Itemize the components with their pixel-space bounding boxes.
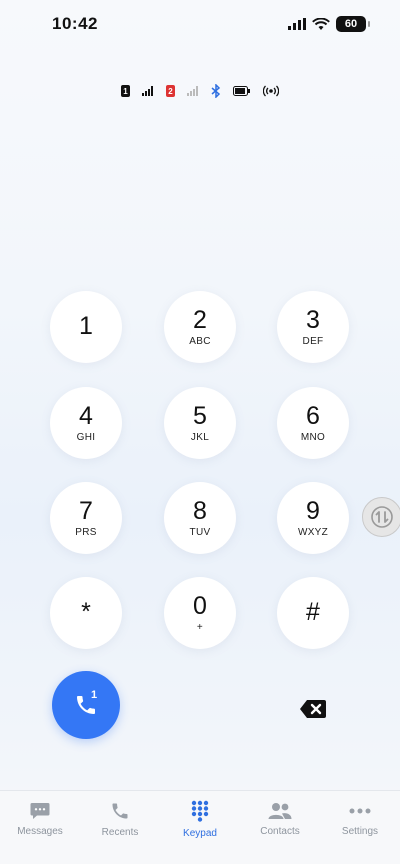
status-icons: 60	[288, 14, 370, 34]
backspace-icon	[300, 700, 326, 718]
key-digit: 7	[79, 497, 93, 525]
status-time: 10:42	[52, 14, 98, 33]
key-letters: GHI	[76, 432, 96, 443]
key-letters: MNO	[300, 432, 326, 443]
call-sim-number: 1	[91, 689, 98, 701]
backspace-button[interactable]	[299, 697, 329, 723]
key-letters: WXYZ	[297, 527, 329, 538]
nav-label: Keypad	[183, 827, 217, 839]
nav-keypad[interactable]: Keypad	[160, 791, 240, 843]
sim2-icon: 2	[166, 85, 175, 97]
home-indicator-area	[0, 842, 400, 864]
key-6[interactable]: 6 MNO	[277, 387, 349, 459]
key-2[interactable]: 2 ABC	[164, 291, 236, 363]
key-digit: 0	[193, 592, 207, 620]
sim-status-row: 1 2	[0, 84, 400, 98]
key-5[interactable]: 5 JKL	[164, 387, 236, 459]
hotspot-icon	[263, 85, 279, 97]
phone-icon	[112, 803, 128, 818]
key-digit: 5	[193, 402, 207, 430]
wifi-icon	[312, 17, 330, 30]
key-hash[interactable]: #	[277, 577, 349, 649]
key-letters: PRS	[75, 527, 97, 538]
key-letters: ABC	[189, 336, 211, 347]
key-9[interactable]: 9 WXYZ	[277, 482, 349, 554]
contacts-icon	[268, 802, 292, 819]
nav-label: Recents	[101, 826, 139, 838]
key-digit: 9	[306, 497, 320, 525]
key-digit: 4	[79, 402, 93, 430]
signal-icon	[288, 18, 306, 30]
more-icon	[349, 808, 371, 813]
nav-settings[interactable]: Settings	[320, 791, 400, 843]
bluetooth-icon	[211, 84, 221, 98]
nav-label: Messages	[17, 825, 63, 837]
battery-cap	[368, 21, 370, 27]
key-3[interactable]: 3 DEF	[277, 291, 349, 363]
key-digit: 6	[306, 402, 320, 430]
bottom-nav: Messages Recents Keypad Contacts Setting…	[0, 790, 400, 843]
key-digit: 2	[193, 306, 207, 334]
key-digit: 3	[306, 306, 320, 334]
keypad-icon	[191, 800, 209, 822]
key-4[interactable]: 4 GHI	[50, 387, 122, 459]
key-0[interactable]: 0 +	[164, 577, 236, 649]
key-letters: TUV	[189, 527, 211, 538]
key-7[interactable]: 7 PRS	[50, 482, 122, 554]
nav-label: Settings	[341, 825, 379, 837]
floating-assistive-button[interactable]	[362, 497, 400, 537]
key-8[interactable]: 8 TUV	[164, 482, 236, 554]
nav-messages[interactable]: Messages	[0, 791, 80, 843]
nav-recents[interactable]: Recents	[80, 791, 160, 843]
key-digit: #	[306, 597, 320, 626]
battery-icon: 60	[336, 16, 366, 32]
nav-contacts[interactable]: Contacts	[240, 791, 320, 843]
key-1[interactable]: 1	[50, 291, 122, 363]
signal-bars-icon	[142, 86, 153, 96]
key-letters: JKL	[190, 432, 210, 443]
call-button[interactable]: 1	[52, 671, 120, 739]
key-digit: 1	[79, 311, 93, 340]
key-digit: *	[81, 597, 91, 626]
key-letters: +	[196, 622, 204, 633]
battery-small-icon	[233, 86, 250, 96]
signal-bars-empty-icon	[187, 86, 198, 96]
key-letters: DEF	[302, 336, 324, 347]
arrows-updown-icon	[371, 506, 393, 528]
message-icon	[30, 802, 50, 819]
sim1-icon: 1	[121, 85, 130, 97]
key-digit: 8	[193, 497, 207, 525]
key-star[interactable]: *	[50, 577, 122, 649]
nav-label: Contacts	[260, 825, 300, 837]
